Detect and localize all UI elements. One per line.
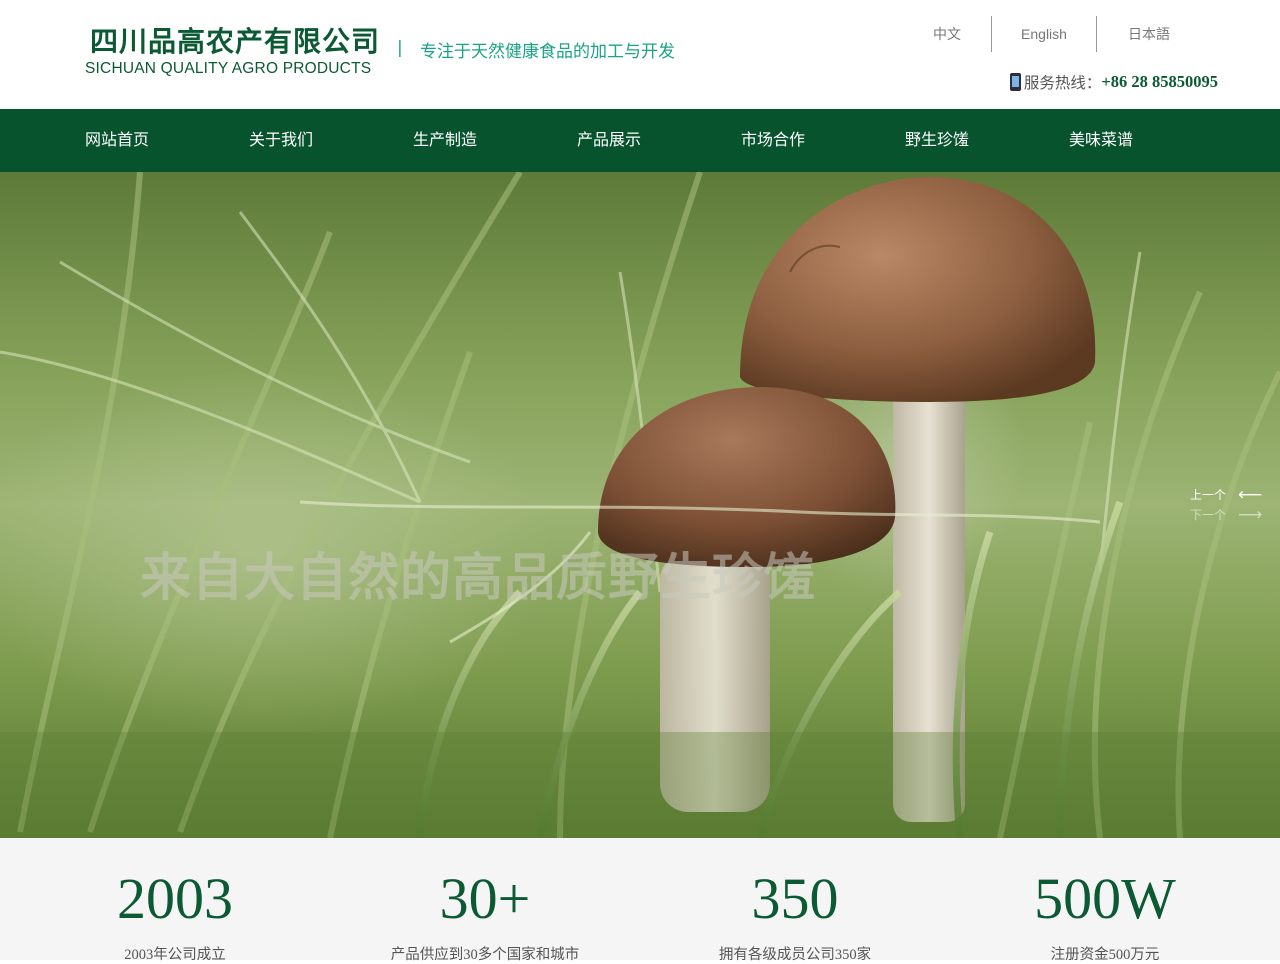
nav-item-wild-delicacies[interactable]: 野生珍馐 (905, 109, 969, 172)
arrow-right-icon: ⟶ (1238, 504, 1263, 525)
language-chinese[interactable]: 中文 (903, 16, 991, 52)
stat-countries: 30+ 产品供应到30多个国家和城市 (325, 838, 645, 964)
stat-label: 产品供应到30多个国家和城市 (390, 947, 580, 963)
mushroom-cap-large (740, 177, 1096, 402)
mobile-phone-icon (1009, 73, 1021, 91)
stat-registered-capital: 500W 注册资金500万元 (945, 838, 1265, 964)
stat-member-companies: 350 拥有各级成员公司350家 (635, 838, 955, 964)
arrow-left-icon: ⟵ (1238, 484, 1263, 505)
prev-slide-button[interactable]: 上一个 ⟵ (1190, 486, 1262, 503)
hotline-label: 服务热线： (1023, 74, 1102, 92)
mushroom-photo (0, 172, 1280, 838)
main-nav: 网站首页 关于我们 生产制造 产品展示 市场合作 野生珍馐 美味菜谱 (0, 109, 1280, 172)
next-slide-label: 下一个 (1190, 508, 1227, 522)
stat-label: 注册资金500万元 (1050, 947, 1160, 963)
stat-founded: 2003 2003年公司成立 (15, 838, 335, 964)
nav-item-cooperation[interactable]: 市场合作 (741, 109, 805, 172)
stat-value: 30+ (439, 866, 531, 931)
site-header: 四川品高农产有限公司 SICHUAN QUALITY AGRO PRODUCTS… (0, 0, 1280, 109)
language-japanese[interactable]: 日本語 (1097, 16, 1201, 52)
slogan-separator: | (397, 38, 403, 58)
nav-item-products[interactable]: 产品展示 (577, 109, 641, 172)
hero-banner[interactable]: 来自大自然的高品质野生珍馐 上一个 ⟵ 下一个 ⟶ (0, 172, 1280, 838)
company-slogan: 专注于天然健康食品的加工与开发 (420, 42, 675, 62)
banner-caption: 来自大自然的高品质野生珍馐 (140, 549, 817, 608)
service-hotline: 服务热线： +86 28 85850095 (1009, 71, 1218, 93)
stat-label: 2003年公司成立 (124, 947, 226, 963)
stat-value: 2003 (117, 866, 233, 931)
language-english[interactable]: English (992, 16, 1096, 52)
nav-item-about[interactable]: 关于我们 (249, 109, 313, 172)
company-name-en[interactable]: SICHUAN QUALITY AGRO PRODUCTS (85, 60, 371, 78)
stat-value: 500W (1034, 866, 1176, 931)
language-switcher: 中文 English 日本語 (903, 16, 1201, 52)
nav-item-manufacturing[interactable]: 生产制造 (413, 109, 477, 172)
nav-item-home[interactable]: 网站首页 (85, 109, 149, 172)
prev-slide-label: 上一个 (1190, 488, 1227, 502)
stat-value: 350 (751, 866, 839, 931)
hotline-number[interactable]: +86 28 85850095 (1101, 72, 1218, 92)
stat-label: 拥有各级成员公司350家 (718, 947, 872, 963)
next-slide-button[interactable]: 下一个 ⟶ (1190, 506, 1262, 523)
company-name-cn[interactable]: 四川品高农产有限公司 (90, 20, 380, 60)
company-stats: 2003 2003年公司成立 30+ 产品供应到30多个国家和城市 350 拥有… (0, 838, 1280, 963)
nav-item-recipes[interactable]: 美味菜谱 (1069, 109, 1133, 172)
